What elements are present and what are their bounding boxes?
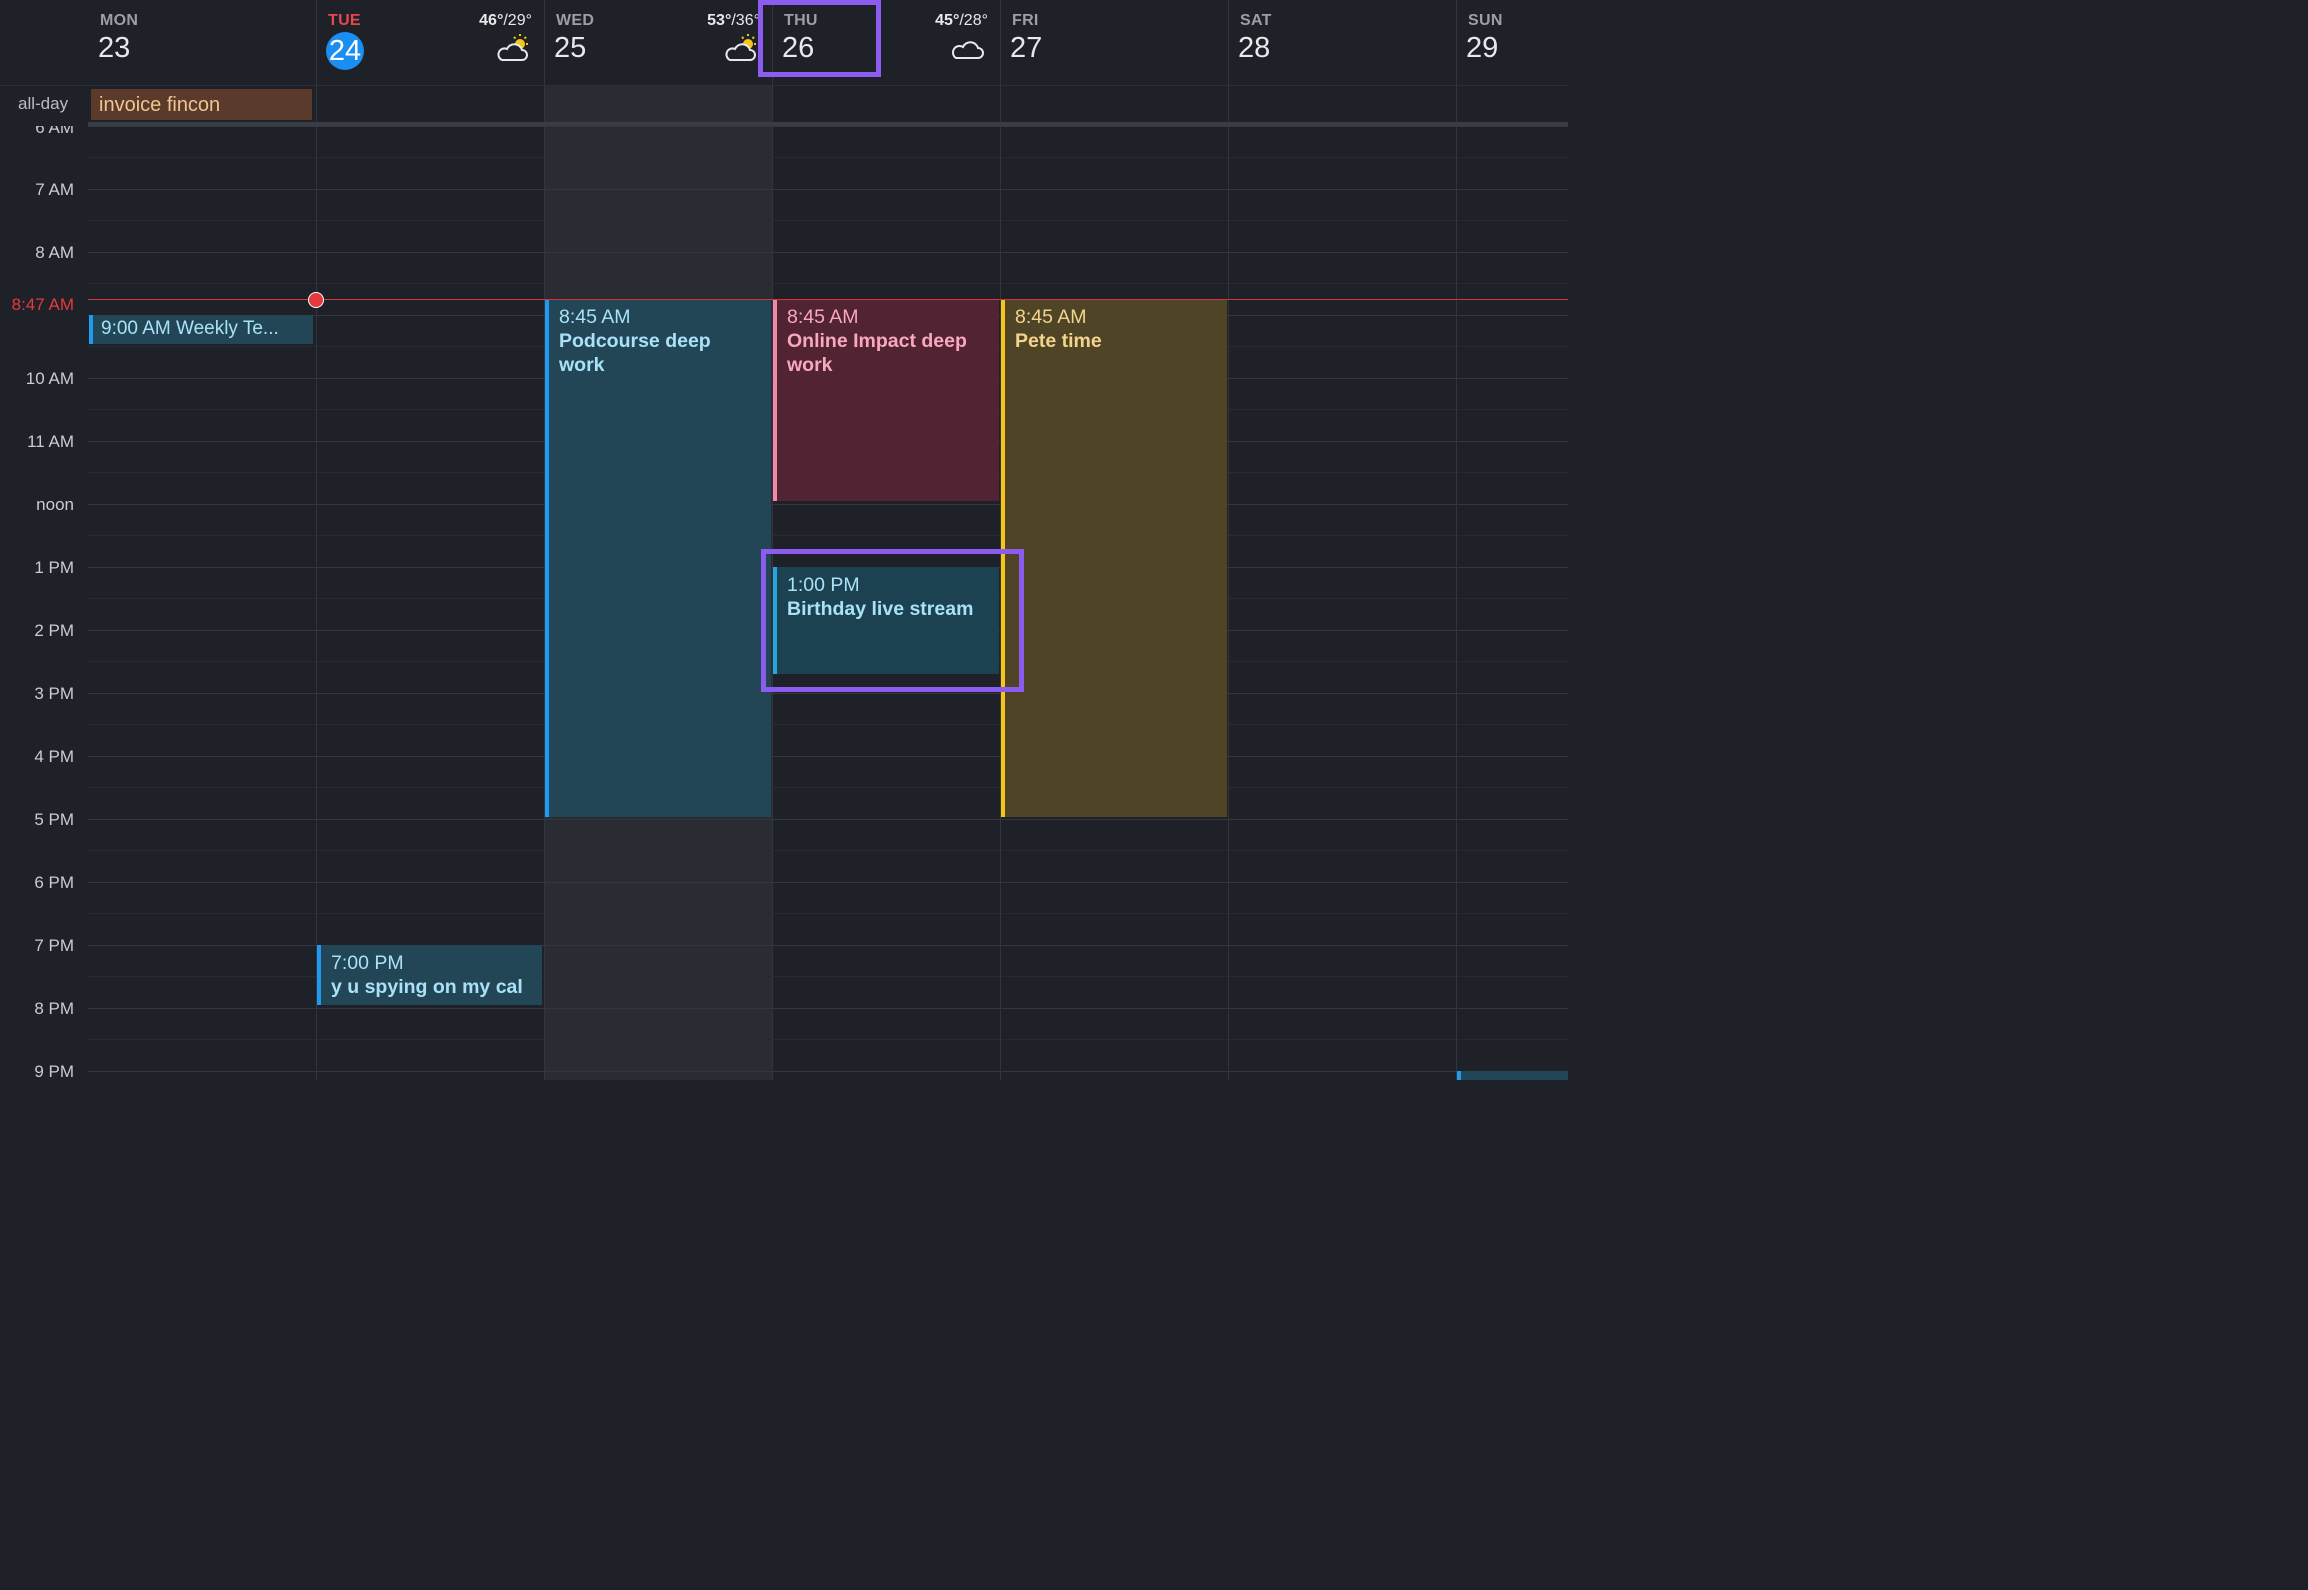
temperature: 45°/28° (935, 12, 988, 29)
day-number: 23 (98, 32, 131, 64)
temperature: 46°/29° (479, 12, 532, 29)
hour-line (88, 504, 1568, 505)
hour-line (88, 252, 1568, 253)
current-time-label: 8:47 AM (11, 295, 74, 314)
hour-line (88, 1071, 1568, 1072)
half-hour-line (88, 724, 1568, 725)
column-divider (1000, 86, 1001, 124)
half-hour-line (88, 283, 1568, 284)
time-label: 6 AM (35, 126, 74, 137)
column-divider (1456, 86, 1457, 124)
day-header-fri[interactable]: FRI 27 (1000, 0, 1228, 85)
half-hour-line (88, 913, 1568, 914)
half-hour-line (88, 220, 1568, 221)
day-header-tue[interactable]: TUE 24 46°/29° (316, 0, 544, 85)
event-online-impact[interactable]: 8:45 AM Online Impact deep work (773, 299, 999, 501)
all-day-label: all-day (18, 94, 69, 113)
day-header-wed[interactable]: WED 25 53°/36° (544, 0, 772, 85)
half-hour-line (88, 976, 1568, 977)
all-day-event[interactable]: invoice fincon (91, 89, 312, 120)
day-number: 27 (1010, 32, 1043, 64)
time-label: 3 PM (34, 684, 74, 703)
time-label: 7 PM (34, 936, 74, 955)
event-title: y u spying on my cal (331, 976, 523, 998)
column-shade (544, 86, 772, 124)
hour-line (88, 1008, 1568, 1009)
column-divider (316, 0, 317, 85)
half-hour-line (88, 1039, 1568, 1040)
column-divider (316, 126, 317, 1080)
time-label: 5 PM (34, 810, 74, 829)
temperature: 53°/36° (707, 12, 760, 29)
day-of-week: SUN (1468, 12, 1503, 29)
half-hour-line (88, 787, 1568, 788)
time-label: 8 PM (34, 999, 74, 1018)
event-title: Pete time (1015, 330, 1102, 352)
column-divider (1228, 86, 1229, 124)
day-of-week: SAT (1240, 12, 1272, 29)
hour-line (88, 945, 1568, 946)
event-time: 8:45 AM (1015, 306, 1087, 328)
hour-line (88, 756, 1568, 757)
column-divider (544, 0, 545, 85)
column-divider (316, 86, 317, 124)
time-label: 7 AM (35, 180, 74, 199)
column-divider (1228, 126, 1229, 1080)
time-label: 10 AM (25, 369, 74, 388)
event-spying[interactable]: 7:00 PM y u spying on my cal (317, 945, 542, 1005)
event-time: 8:45 AM (787, 306, 859, 328)
event-weekly[interactable]: 9:00 AM Weekly Te... (89, 315, 313, 344)
time-label: 6 PM (34, 873, 74, 892)
day-number: 28 (1238, 32, 1271, 64)
partly-sunny-icon (725, 34, 756, 61)
half-hour-line (88, 157, 1568, 158)
time-label: 9 PM (34, 1062, 74, 1080)
event-title: Online Impact deep work (787, 330, 967, 376)
time-grid[interactable]: 6 AM 7 AM 8 AM 10 AM 11 AM noon 1 PM 2 P… (0, 126, 1568, 1080)
day-of-week: WED (556, 12, 595, 29)
day-header-sun[interactable]: SUN 29 (1456, 0, 1568, 85)
highlight-box (758, 0, 881, 77)
highlight-box (761, 549, 1024, 692)
hour-line (88, 882, 1568, 883)
hour-line (88, 126, 1568, 127)
time-label: 11 AM (27, 432, 74, 451)
column-divider (1228, 0, 1229, 85)
event-time: 7:00 PM (331, 952, 404, 974)
cloud-icon (951, 41, 984, 59)
event-sunday-partial[interactable] (1457, 1071, 1568, 1080)
column-divider (1000, 0, 1001, 85)
hour-line (88, 693, 1568, 694)
half-hour-line (88, 535, 1568, 536)
time-label: 2 PM (34, 621, 74, 640)
time-label: 8 AM (35, 243, 74, 262)
column-divider (1456, 0, 1457, 85)
column-divider (544, 86, 545, 124)
event-pete-time[interactable]: 8:45 AM Pete time (1001, 299, 1227, 817)
event-title: Podcourse deep work (559, 330, 711, 376)
all-day-row: all-day invoice fincon (0, 85, 1568, 124)
event-podcourse[interactable]: 8:45 AM Podcourse deep work (545, 299, 771, 817)
day-of-week: MON (100, 12, 139, 29)
day-number: 29 (1466, 32, 1499, 64)
day-header-sat[interactable]: SAT 28 (1228, 0, 1456, 85)
column-divider (1456, 126, 1457, 1080)
day-of-week: TUE (328, 12, 361, 29)
event-title: 9:00 AM Weekly Te... (101, 318, 279, 339)
time-label: noon (36, 495, 74, 514)
day-number: 25 (554, 32, 587, 64)
time-label: 1 PM (34, 558, 74, 577)
day-header-mon[interactable]: MON 23 (88, 0, 316, 85)
day-of-week: FRI (1012, 12, 1039, 29)
time-label: 4 PM (34, 747, 74, 766)
day-number-today: 24 (326, 32, 364, 70)
current-time-dot (308, 292, 324, 308)
hour-line (88, 819, 1568, 820)
half-hour-line (88, 850, 1568, 851)
column-divider (772, 86, 773, 124)
hour-line (88, 189, 1568, 190)
partly-sunny-icon (497, 34, 528, 61)
event-time: 8:45 AM (559, 306, 631, 328)
